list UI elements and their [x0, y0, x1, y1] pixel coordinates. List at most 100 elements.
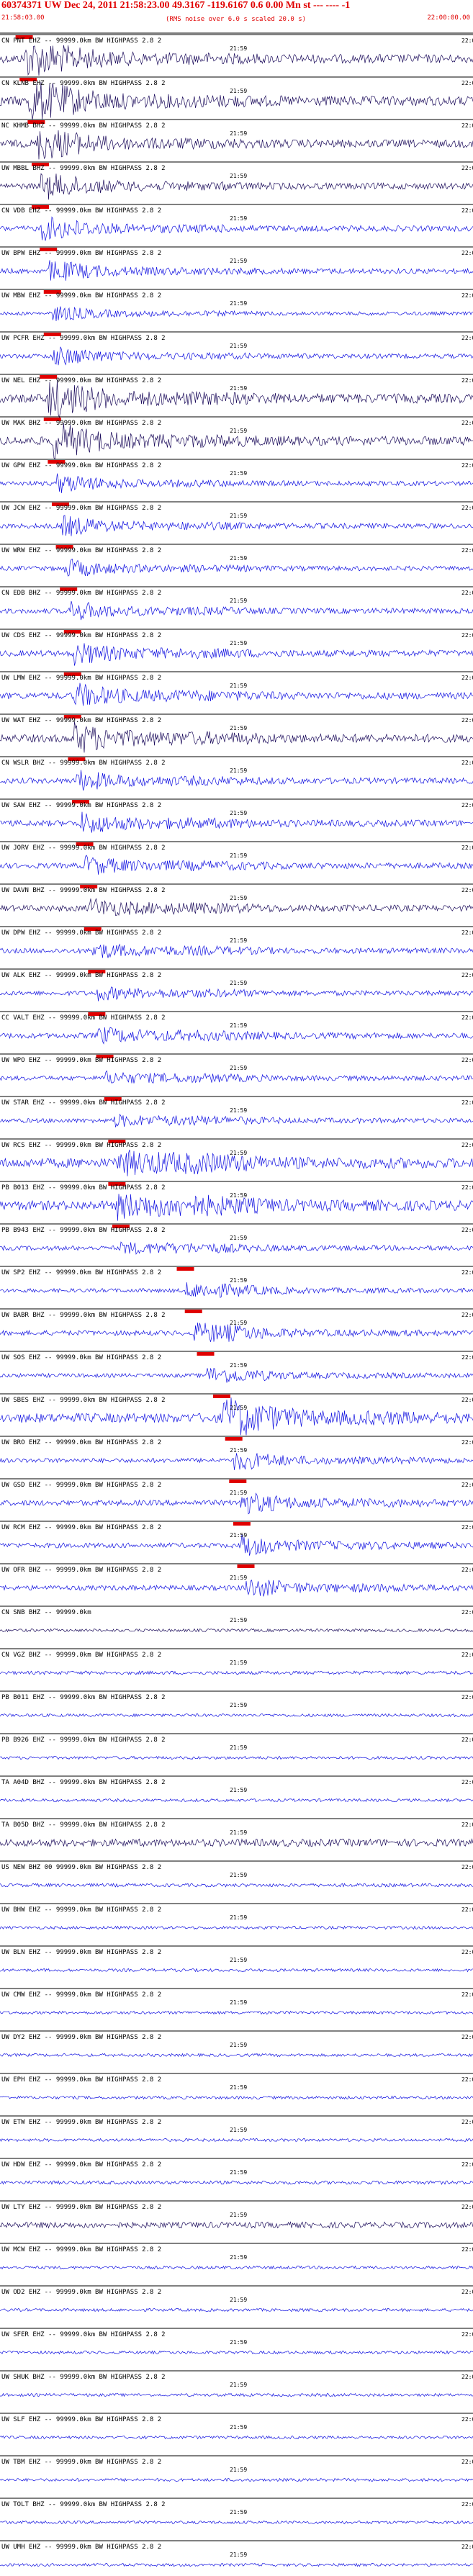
time-mark-label: 22:00 [461, 1906, 473, 1913]
channel-row: UW NEL EHZ -- 99999.0km BW HIGHPASS 2.8 … [0, 374, 473, 418]
time-mark-label: 21:59 [230, 1744, 247, 1751]
event-title: 60374371 UW Dec 24, 2011 21:58:23.00 49.… [1, 0, 351, 11]
time-mark-label: 22:00 [461, 80, 473, 86]
time-mark-label: 21:59 [230, 725, 247, 731]
waveform-trace [0, 2010, 473, 2015]
time-mark-label: 22:00 [461, 335, 473, 341]
channel-label: UW NEL EHZ -- 99999.0km BW HIGHPASS 2.8 … [1, 377, 161, 384]
channel-label: UW BLN EHZ -- 99999.0km BW HIGHPASS 2.8 … [1, 1949, 161, 1956]
waveform-trace [0, 558, 473, 577]
channel-label: CN KLNB EHZ -- 99999.0km BW HIGHPASS 2.8… [1, 80, 166, 87]
time-mark-label: 22:00 [461, 1482, 473, 1488]
time-mark-label: 21:59 [230, 1617, 247, 1623]
channel-label: UW WPO EHZ -- 99999.0km BW HIGHPASS 2.8 … [1, 1057, 161, 1064]
time-mark-label: 22:00 [461, 929, 473, 936]
time-mark-label: 22:00 [461, 632, 473, 639]
channel-label: UW BABR BHZ -- 99999.0km BW HIGHPASS 2.8… [1, 1312, 166, 1319]
time-mark-label: 22:00 [461, 250, 473, 256]
channel-label: UW LMW EHZ -- 99999.0km BW HIGHPASS 2.8 … [1, 675, 161, 682]
time-mark-label: 22:00 [461, 505, 473, 511]
channel-row: UW RCM EHZ -- 99999.0km BW HIGHPASS 2.8 … [0, 1521, 473, 1556]
time-mark-label: 21:59 [230, 555, 247, 562]
channel-label: UW STAR EHZ -- 99999.0km BW HIGHPASS 2.8… [1, 1099, 166, 1107]
time-mark-label: 21:59 [230, 1107, 247, 1114]
time-mark-label: 21:59 [230, 598, 247, 604]
waveform-trace [0, 1027, 473, 1045]
waveform-trace [0, 2435, 473, 2440]
channel-row: UW DPW EHZ -- 99999.0km BW HIGHPASS 2.8 … [0, 926, 473, 958]
time-mark-label: 22:00 [461, 547, 473, 554]
channel-label: TA A04D BHZ -- 99999.0km BW HIGHPASS 2.8… [1, 1779, 166, 1786]
time-mark-label: 22:00 [461, 2161, 473, 2168]
time-mark-label: 21:59 [230, 980, 247, 986]
time-mark-label: 21:59 [230, 470, 247, 477]
time-mark-label: 21:59 [230, 2467, 247, 2473]
time-mark-label: 22:00 [461, 1184, 473, 1191]
channel-label: UW JORV EHZ -- 99999.0km BW HIGHPASS 2.8… [1, 845, 166, 852]
channel-row: UW STAR EHZ -- 99999.0km BW HIGHPASS 2.8… [0, 1096, 473, 1127]
channel-label: UW PCFR EHZ -- 99999.0km BW HIGHPASS 2.8… [1, 335, 166, 342]
time-mark-label: 22:00 [461, 165, 473, 171]
waveform-trace [0, 1628, 473, 1633]
channel-row: UW BRO EHZ -- 99999.0km BW HIGHPASS 2.8 … [0, 1436, 473, 1470]
time-mark-label: 22:00 [461, 1227, 473, 1233]
waveform-trace [0, 2477, 473, 2482]
channel-row: TA B05D BHZ -- 99999.0km BW HIGHPASS 2.8… [0, 1818, 473, 1847]
channel-row: CN EDB BHZ -- 99999.0km BW HIGHPASS 2.8 … [0, 586, 473, 621]
time-mark-label: 22:00 [461, 1524, 473, 1531]
time-mark-label: 21:59 [230, 1914, 247, 1921]
channel-row: UW GSD EHZ -- 99999.0km BW HIGHPASS 2.8 … [0, 1478, 473, 1515]
time-mark-label: 22:00 [461, 1354, 473, 1361]
channel-row: UW DAVN BHZ -- 99999.0km BW HIGHPASS 2.8… [0, 883, 473, 917]
time-mark-label: 22:00 [461, 377, 473, 384]
time-mark-label: 21:59 [230, 2382, 247, 2388]
channel-label: UW TBM EHZ -- 99999.0km BW HIGHPASS 2.8 … [1, 2459, 161, 2466]
time-mark-label: 21:59 [230, 1362, 247, 1369]
waveform-trace [0, 643, 473, 666]
time-mark-label: 22:00 [461, 2204, 473, 2210]
time-mark-label: 22:00 [461, 760, 473, 766]
waveform-trace [0, 2265, 473, 2270]
time-mark-label: 22:00 [461, 1014, 473, 1021]
time-mark-label: 22:00 [461, 2289, 473, 2295]
time-mark-label: 22:00 [461, 292, 473, 299]
channel-label: PB B013 EHZ -- 99999.0km BW HIGHPASS 2.8… [1, 1184, 166, 1192]
time-mark-label: 22:00 [461, 1694, 473, 1701]
channel-row: UW SOS EHZ -- 99999.0km BW HIGHPASS 2.8 … [0, 1351, 473, 1383]
channel-row: UW SBES EHZ -- 99999.0km BW HIGHPASS 2.8… [0, 1393, 473, 1436]
channel-label: US NEW BHZ 00 99999.0km BW HIGHPASS 2.8 … [1, 1864, 161, 1871]
time-mark-label: 21:59 [230, 895, 247, 901]
time-mark-label: 21:59 [230, 2509, 247, 2516]
channel-label: UW MAK BHZ -- 99999.0km BW HIGHPASS 2.8 … [1, 420, 161, 427]
channel-label: UW JCW EHZ -- 99999.0km BW HIGHPASS 2.8 … [1, 505, 161, 512]
channel-row: UW JORV EHZ -- 99999.0km BW HIGHPASS 2.8… [0, 841, 473, 875]
channel-row: UW UMH EHZ -- 99999.0km BW HIGHPASS 2.8 … [0, 2540, 473, 2567]
channel-row: TA A04D BHZ -- 99999.0km BW HIGHPASS 2.8… [0, 1775, 473, 1803]
time-mark-label: 22:00 [461, 2034, 473, 2040]
channel-label: UW SFER EHZ -- 99999.0km BW HIGHPASS 2.8… [1, 2331, 166, 2338]
time-mark-label: 21:59 [230, 1659, 247, 1666]
channel-row: CN VDB EHZ -- 99999.0km BW HIGHPASS 2.8 … [0, 204, 473, 241]
channel-label: UW GPW EHZ -- 99999.0km BW HIGHPASS 2.8 … [1, 462, 161, 469]
time-mark-label: 21:59 [230, 1065, 247, 1071]
channel-label: UW SOS EHZ -- 99999.0km BW HIGHPASS 2.8 … [1, 1354, 161, 1361]
phase-pick-marker [237, 1564, 255, 1568]
channel-label: UW TOLT BHZ -- 99999.0km BW HIGHPASS 2.8… [1, 2501, 166, 2508]
waveform-trace [0, 2138, 473, 2143]
waveform-trace [0, 346, 473, 366]
channel-label: UW DAVN BHZ -- 99999.0km BW HIGHPASS 2.8… [1, 887, 166, 894]
channel-label: UW ETW EHZ -- 99999.0km BW HIGHPASS 2.8 … [1, 2119, 161, 2126]
time-mark-label: 22:00 [461, 1821, 473, 1828]
channel-row: UW WPO EHZ -- 99999.0km BW HIGHPASS 2.8 … [0, 1053, 473, 1084]
waveform-trace [0, 2095, 473, 2100]
time-mark-label: 22:00 [461, 887, 473, 893]
channel-row: UW SP2 EHZ -- 99999.0km BW HIGHPASS 2.8 … [0, 1266, 473, 1298]
waveform-trace [0, 2520, 473, 2525]
header: 60374371 UW Dec 24, 2011 21:58:23.00 49.… [0, 0, 473, 32]
channel-label: UW OFR BHZ -- 99999.0km BW HIGHPASS 2.8 … [1, 1567, 161, 1574]
channel-row: UW LTY EHZ -- 99999.0km BW HIGHPASS 2.8 … [0, 2200, 473, 2229]
waveform-trace [0, 306, 473, 322]
time-mark-label: 21:59 [230, 513, 247, 519]
time-mark-label: 21:59 [230, 1829, 247, 1836]
time-mark-label: 21:59 [230, 767, 247, 774]
